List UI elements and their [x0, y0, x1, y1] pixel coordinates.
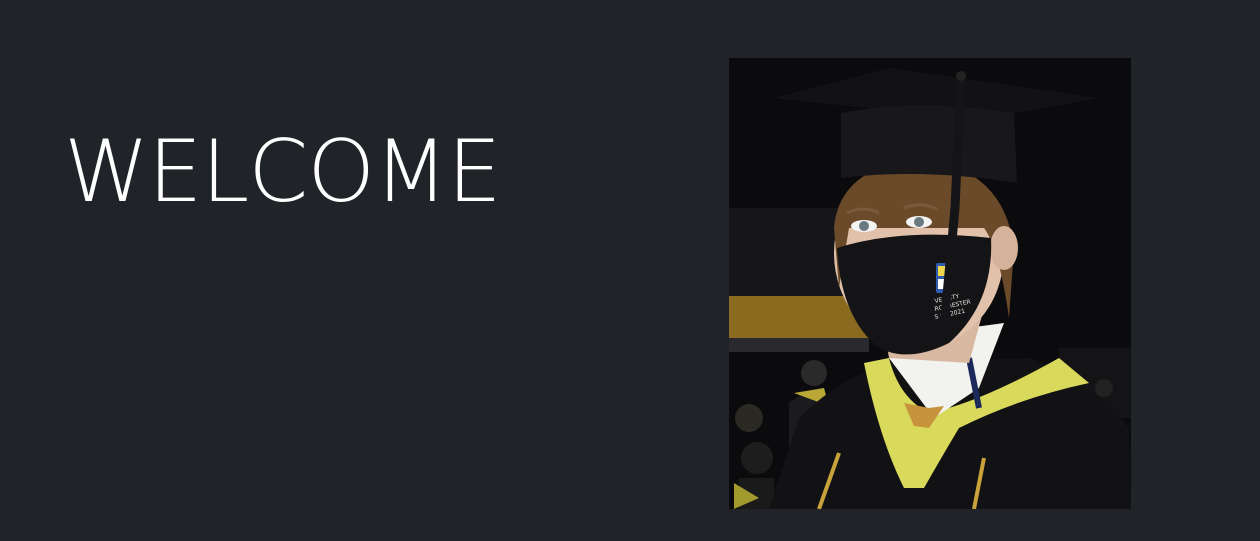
- graduate-photo: VERSITY ROCHESTER S OF 2021: [729, 58, 1131, 509]
- welcome-section: WELCOME VERSITY ROCHESTER S OF 2021: [0, 0, 1260, 541]
- graduate-photo-illustration: VERSITY ROCHESTER S OF 2021: [729, 58, 1131, 509]
- welcome-heading: WELCOME: [64, 122, 502, 222]
